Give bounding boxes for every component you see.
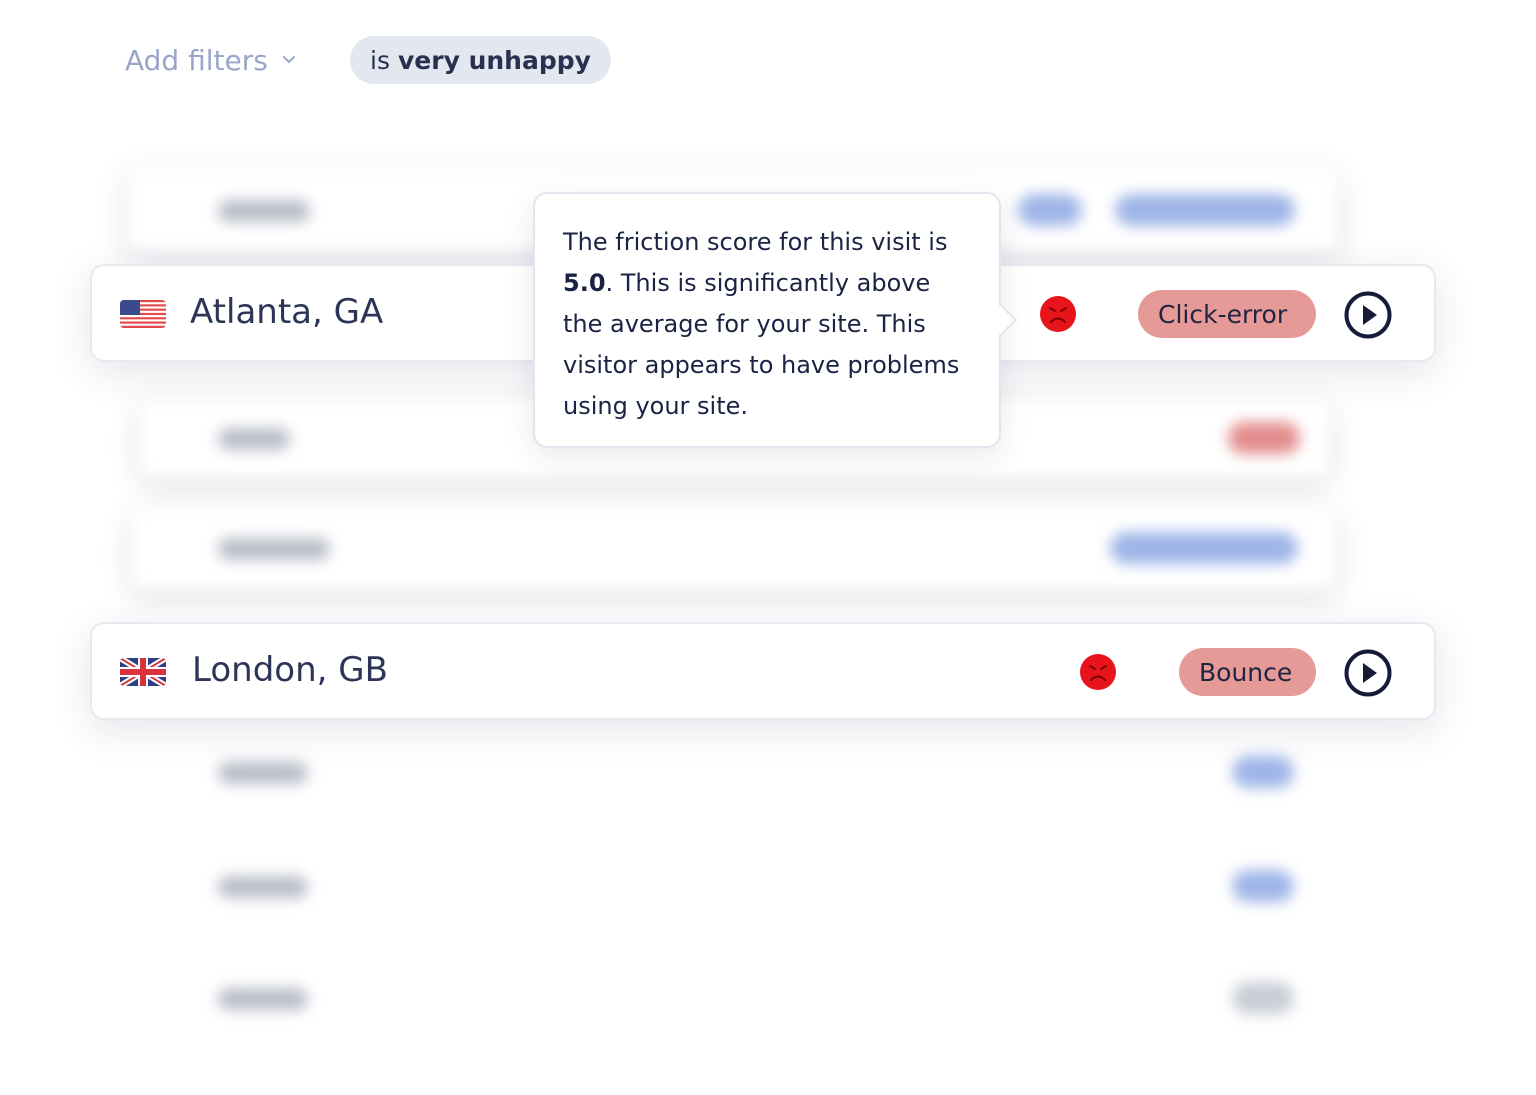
session-row-london[interactable]: London, GB Bounce: [90, 622, 1436, 720]
blurred-row-text: [218, 876, 308, 898]
blurred-list-background: [0, 0, 1536, 1095]
blurred-row-pill: [1232, 982, 1294, 1014]
friction-score-tooltip: The friction score for this visit is 5.0…: [533, 192, 1017, 448]
blurred-row-pill: [1228, 422, 1300, 454]
city-label: London, GB: [192, 650, 388, 690]
blurred-row-text: [218, 428, 290, 450]
blurred-row-text: [218, 538, 330, 560]
blurred-row-pill: [1232, 870, 1294, 902]
blurred-row-pill: [1018, 194, 1082, 226]
blurred-row-pill: [1115, 194, 1295, 226]
blurred-row-text: [218, 762, 308, 784]
gb-flag-icon: [120, 658, 166, 686]
friction-score-value: 5.0: [563, 269, 606, 297]
session-tag[interactable]: Click-error: [1138, 290, 1316, 338]
play-icon[interactable]: [1344, 291, 1392, 339]
very-unhappy-face-icon: [1040, 296, 1076, 332]
blurred-row-pill: [1232, 756, 1294, 788]
play-icon[interactable]: [1344, 649, 1392, 697]
very-unhappy-face-icon: [1080, 654, 1116, 690]
session-tag[interactable]: Bounce: [1179, 648, 1316, 696]
us-flag-icon: [120, 300, 166, 328]
blurred-row-pill: [1110, 532, 1298, 564]
blurred-row-text: [218, 200, 310, 222]
city-label: Atlanta, GA: [190, 292, 384, 332]
tooltip-text-intro: The friction score for this visit is: [563, 228, 948, 256]
blurred-row-text: [218, 988, 308, 1010]
tooltip-text-body: . This is significantly above the averag…: [563, 269, 960, 420]
